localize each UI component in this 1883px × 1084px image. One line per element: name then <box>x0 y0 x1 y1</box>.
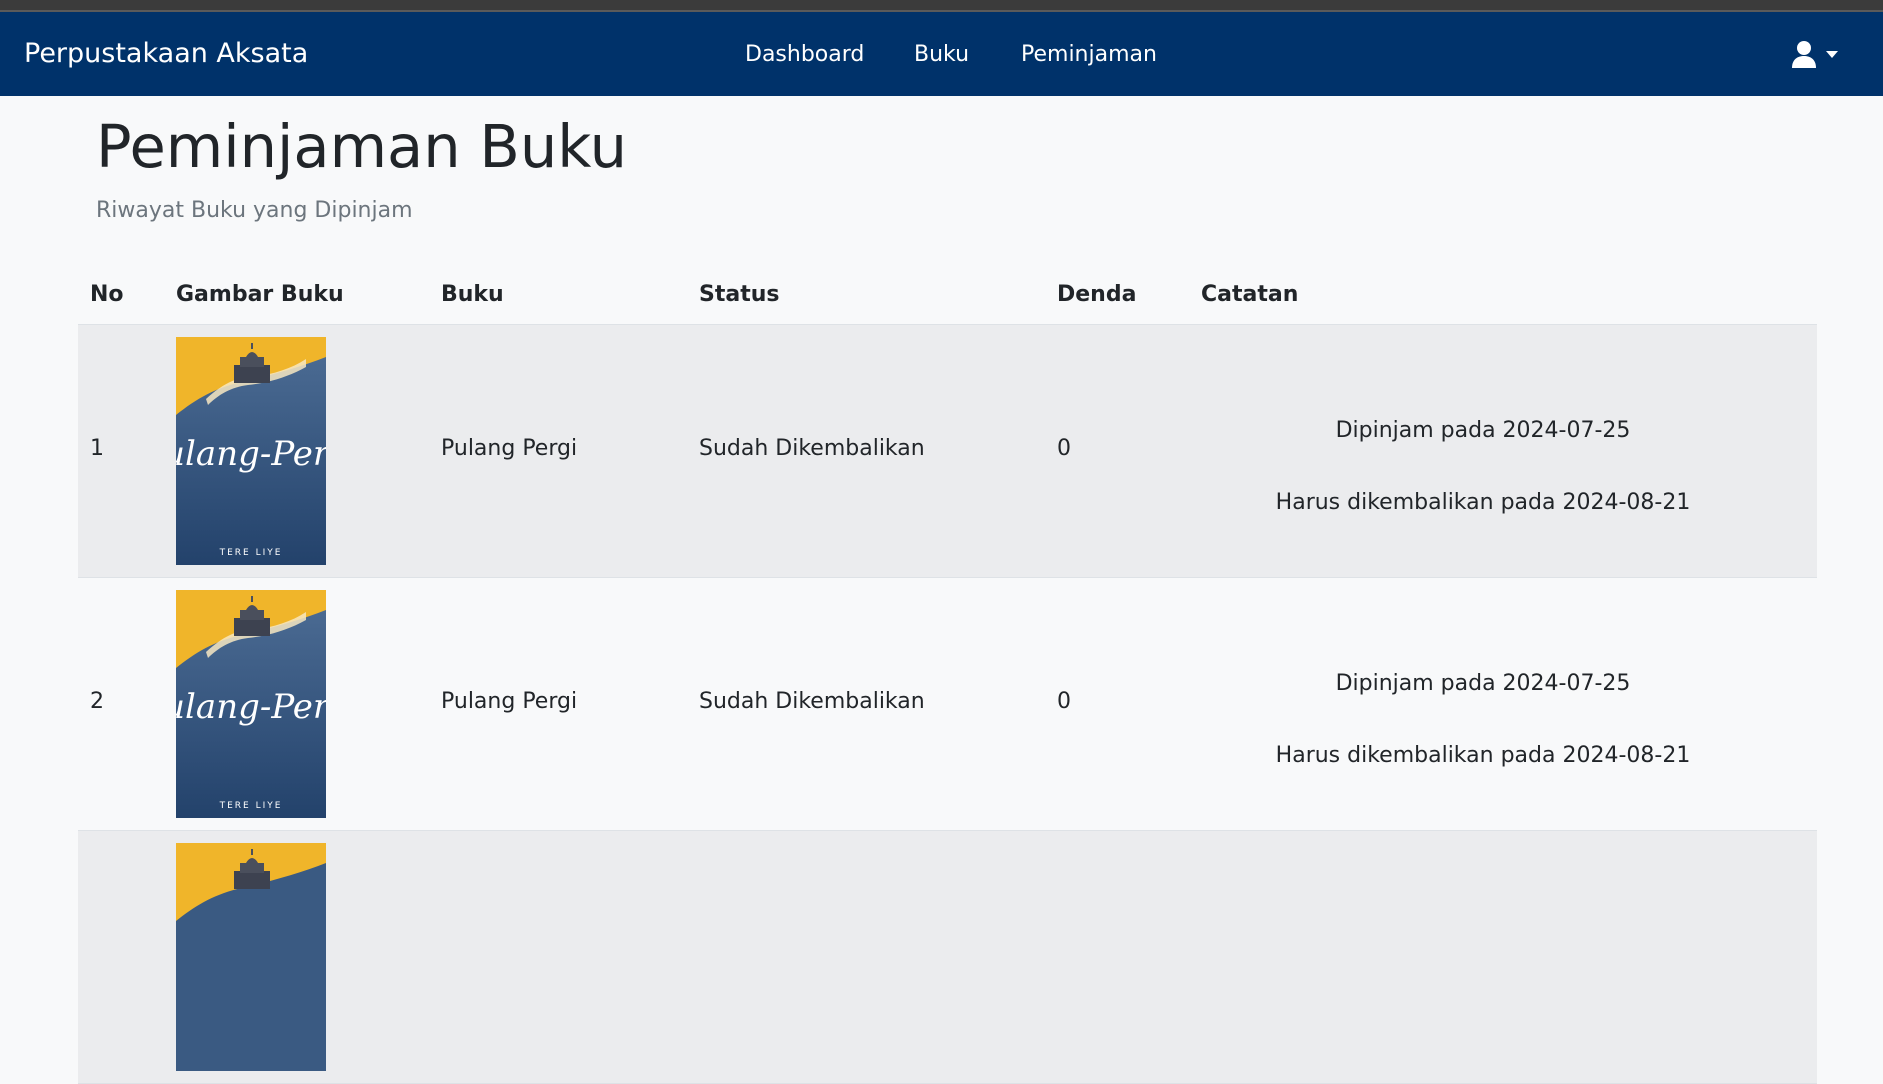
header-status: Status <box>699 282 780 307</box>
due-date-note: Harus dikembalikan pada 2024-08-21 <box>1275 490 1691 515</box>
table-row <box>78 831 1817 1084</box>
fine-amount: 0 <box>1057 689 1071 714</box>
header-fine: Denda <box>1057 282 1137 307</box>
borrowed-date-note: Dipinjam pada 2024-07-25 <box>1335 418 1631 443</box>
nav-link-dashboard[interactable]: Dashboard <box>745 42 864 67</box>
book-cover-image[interactable]: Pulang-Pergi TERE LIYE <box>176 337 326 565</box>
book-title: Pulang Pergi <box>441 689 578 714</box>
page-title: Peminjaman Buku <box>96 112 627 181</box>
window-top-strip <box>0 0 1883 12</box>
book-cover-image[interactable]: Pulang-Pergi TERE LIYE <box>176 590 326 818</box>
borrowed-date-note: Dipinjam pada 2024-07-25 <box>1335 671 1631 696</box>
row-number: 1 <box>90 436 104 461</box>
cover-author: TERE LIYE <box>219 548 283 558</box>
borrowing-table: No Gambar Buku Buku Status Denda Catatan… <box>78 270 1817 1084</box>
notes-cell: Dipinjam pada 2024-07-25 Harus dikembali… <box>1202 325 1764 577</box>
cover-title: Pulang-Pergi <box>176 687 326 727</box>
cover-author: TERE LIYE <box>219 801 283 811</box>
header-notes: Catatan <box>1201 282 1299 307</box>
due-date-note: Harus dikembalikan pada 2024-08-21 <box>1275 743 1691 768</box>
status-text: Sudah Dikembalikan <box>699 436 925 461</box>
nav-link-buku[interactable]: Buku <box>914 42 969 67</box>
navbar: Perpustakaan Aksata Dashboard Buku Pemin… <box>0 12 1883 96</box>
header-book: Buku <box>441 282 504 307</box>
cover-title: Pulang-Pergi <box>176 434 326 474</box>
table-row: 1 Pulang-Pergi TERE LIYE Pu <box>78 325 1817 578</box>
header-image: Gambar Buku <box>176 282 344 307</box>
book-title: Pulang Pergi <box>441 436 578 461</box>
row-number: 2 <box>90 689 104 714</box>
status-text: Sudah Dikembalikan <box>699 689 925 714</box>
page-subtitle: Riwayat Buku yang Dipinjam <box>96 198 413 223</box>
header-no: No <box>90 282 124 307</box>
nav-links: Dashboard Buku Peminjaman <box>0 42 1883 72</box>
fine-amount: 0 <box>1057 436 1071 461</box>
user-menu-dropdown[interactable] <box>1790 40 1850 70</box>
caret-down-icon <box>1826 51 1838 58</box>
table-header: No Gambar Buku Buku Status Denda Catatan <box>78 270 1817 325</box>
notes-cell: Dipinjam pada 2024-07-25 Harus dikembali… <box>1202 578 1764 830</box>
user-icon <box>1792 41 1816 68</box>
book-cover-image[interactable] <box>176 843 326 1071</box>
nav-link-peminjaman[interactable]: Peminjaman <box>1021 42 1157 67</box>
table-row: 2 Pulang-Pergi TERE LIYE Pu <box>78 578 1817 831</box>
